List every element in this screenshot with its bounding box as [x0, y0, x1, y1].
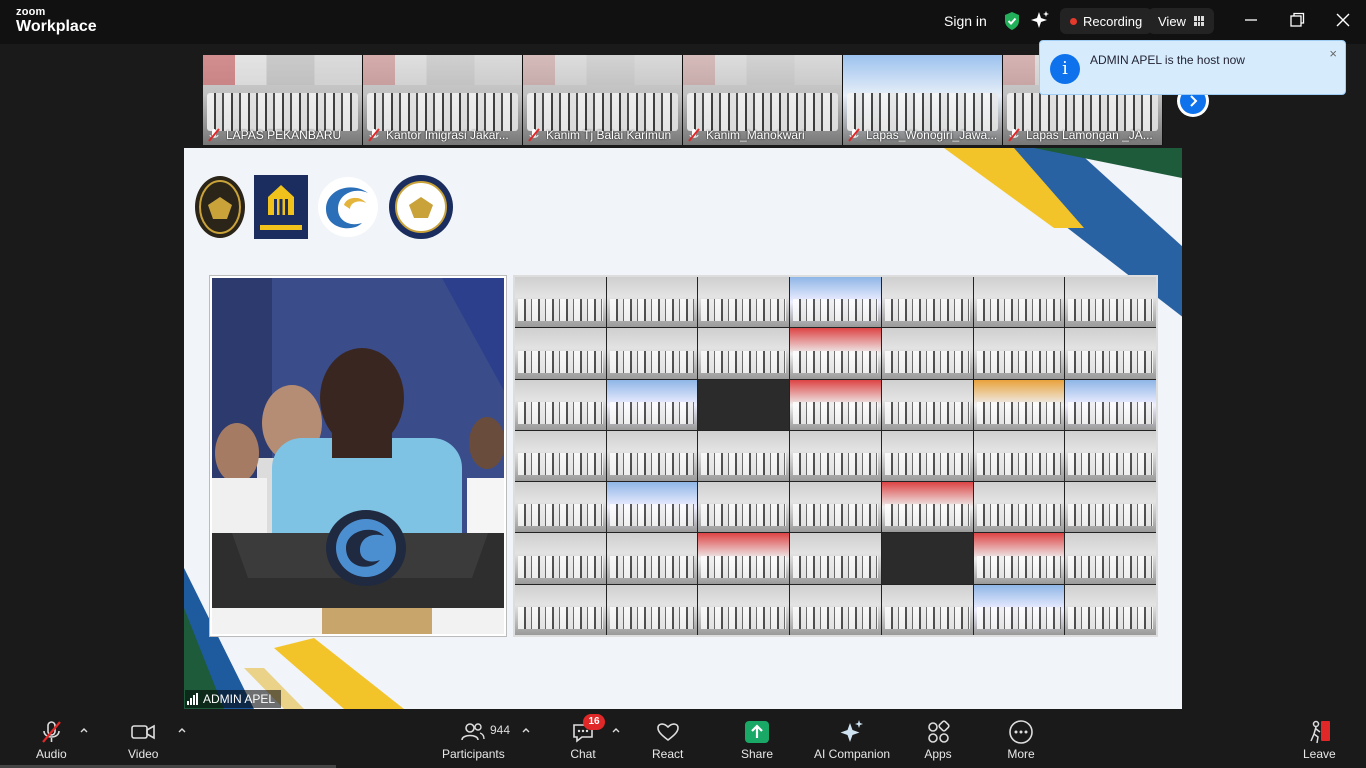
- react-button[interactable]: React: [652, 719, 683, 765]
- presenter-name: ADMIN APEL: [203, 692, 276, 706]
- ministry-seal-icon: [389, 175, 453, 239]
- ai-sparkle-icon[interactable]: [1030, 10, 1050, 30]
- leave-button[interactable]: Leave: [1303, 719, 1336, 765]
- tile-name: Lapas Lamongan _JA...: [1026, 128, 1153, 142]
- ai-companion-sparkle-icon: [840, 720, 864, 742]
- tile-name: Lapas_Wonogiri_Jawa...: [866, 128, 998, 142]
- more-label: More: [1007, 747, 1035, 761]
- participants-icon: [461, 723, 486, 741]
- shared-screen: [184, 148, 1182, 709]
- apps-button[interactable]: Apps: [924, 719, 952, 765]
- mic-muted-icon: [528, 128, 540, 142]
- emblem-row: [194, 174, 454, 240]
- sign-in-button[interactable]: Sign in: [934, 8, 997, 34]
- ministry-swirl-logo-icon: [318, 177, 378, 237]
- view-button[interactable]: View: [1148, 8, 1214, 34]
- shield-check-icon[interactable]: [1003, 11, 1021, 31]
- participants-options-chevron-up-icon[interactable]: [521, 725, 531, 735]
- record-dot-icon: [1070, 17, 1077, 25]
- ai-companion-button[interactable]: AI Companion: [814, 719, 890, 765]
- apps-icon: [928, 720, 950, 743]
- notification-message: ADMIN APEL is the host now: [1090, 53, 1245, 67]
- view-label: View: [1158, 13, 1186, 29]
- restore-icon[interactable]: [1287, 10, 1307, 30]
- tile-name: Kanim_Manokwari: [706, 128, 805, 142]
- audio-button[interactable]: Audio: [36, 719, 67, 765]
- leave-door-icon: [1310, 720, 1331, 744]
- close-notification-button[interactable]: ×: [1329, 46, 1337, 61]
- mic-muted-icon: [208, 128, 220, 142]
- video-label: Video: [128, 747, 159, 761]
- participant-gallery-image: [513, 275, 1158, 637]
- chat-options-chevron-up-icon[interactable]: [611, 725, 621, 735]
- more-button[interactable]: More: [1007, 719, 1035, 765]
- pemasyarakatan-logo-icon: [254, 175, 308, 239]
- grid-view-icon: [1193, 16, 1204, 26]
- video-camera-icon: [131, 724, 156, 740]
- audio-label: Audio: [36, 747, 67, 761]
- mic-muted-icon: [1008, 128, 1020, 142]
- participants-label: Participants: [442, 747, 505, 761]
- heart-icon: [656, 723, 679, 742]
- tile-name: LAPAS PEKANBARU: [226, 128, 342, 142]
- recording-label: Recording: [1083, 13, 1143, 29]
- brand-large: Workplace: [16, 18, 97, 35]
- host-change-notification: i ADMIN APEL is the host now ×: [1039, 40, 1346, 95]
- share-screen-icon: [745, 721, 770, 743]
- leave-label: Leave: [1303, 747, 1336, 761]
- mic-muted-icon: [42, 721, 62, 743]
- participants-count: 944: [490, 723, 511, 737]
- chat-label: Chat: [570, 747, 596, 761]
- brand-small: zoom: [16, 6, 46, 18]
- info-icon: i: [1050, 54, 1080, 84]
- chat-unread-badge: 16: [583, 714, 605, 730]
- speaker-at-podium-image: [212, 278, 504, 634]
- share-button[interactable]: Share: [741, 719, 773, 765]
- mic-muted-icon: [688, 128, 700, 142]
- video-options-chevron-up-icon[interactable]: [177, 725, 187, 735]
- video-tile[interactable]: Kantor Imigrasi Jakar...: [363, 55, 523, 145]
- garuda-emblem-icon: [195, 176, 245, 238]
- tile-name: Kanim Tj Balai Karimun: [546, 128, 672, 142]
- chevron-right-icon: [1190, 95, 1198, 107]
- close-window-icon[interactable]: [1333, 10, 1353, 30]
- video-tile[interactable]: Kanim_Manokwari: [683, 55, 843, 145]
- share-label: Share: [741, 747, 774, 761]
- recording-indicator[interactable]: Recording: [1060, 8, 1153, 34]
- minimize-icon[interactable]: [1241, 10, 1261, 30]
- more-dots-icon: [1009, 720, 1033, 744]
- chat-button[interactable]: 16 Chat: [569, 714, 605, 765]
- presenter-name-tag: ADMIN APEL: [185, 690, 282, 708]
- apps-label: Apps: [924, 747, 952, 761]
- meeting-toolbar: Audio Video Participants 944 16 Chat Rea…: [0, 711, 1366, 768]
- video-strip: LAPAS PEKANBARU Kantor Imigrasi Jakar...…: [203, 55, 1163, 145]
- signal-bars-icon: [187, 693, 198, 705]
- zoom-workplace-logo: zoom Workplace: [16, 7, 97, 35]
- mic-muted-icon: [848, 128, 860, 142]
- tile-name: Kantor Imigrasi Jakar...: [386, 128, 509, 142]
- speaker-video: [210, 276, 506, 636]
- title-bar: zoom Workplace Sign in Recording View: [0, 0, 1366, 44]
- video-tile[interactable]: LAPAS PEKANBARU: [203, 55, 363, 145]
- video-tile[interactable]: Lapas_Wonogiri_Jawa...: [843, 55, 1003, 145]
- audio-options-chevron-up-icon[interactable]: [79, 725, 89, 735]
- react-label: React: [652, 747, 684, 761]
- video-button[interactable]: Video: [128, 719, 158, 765]
- mic-muted-icon: [368, 128, 380, 142]
- ai-companion-label: AI Companion: [814, 747, 891, 761]
- video-tile[interactable]: Kanim Tj Balai Karimun: [523, 55, 683, 145]
